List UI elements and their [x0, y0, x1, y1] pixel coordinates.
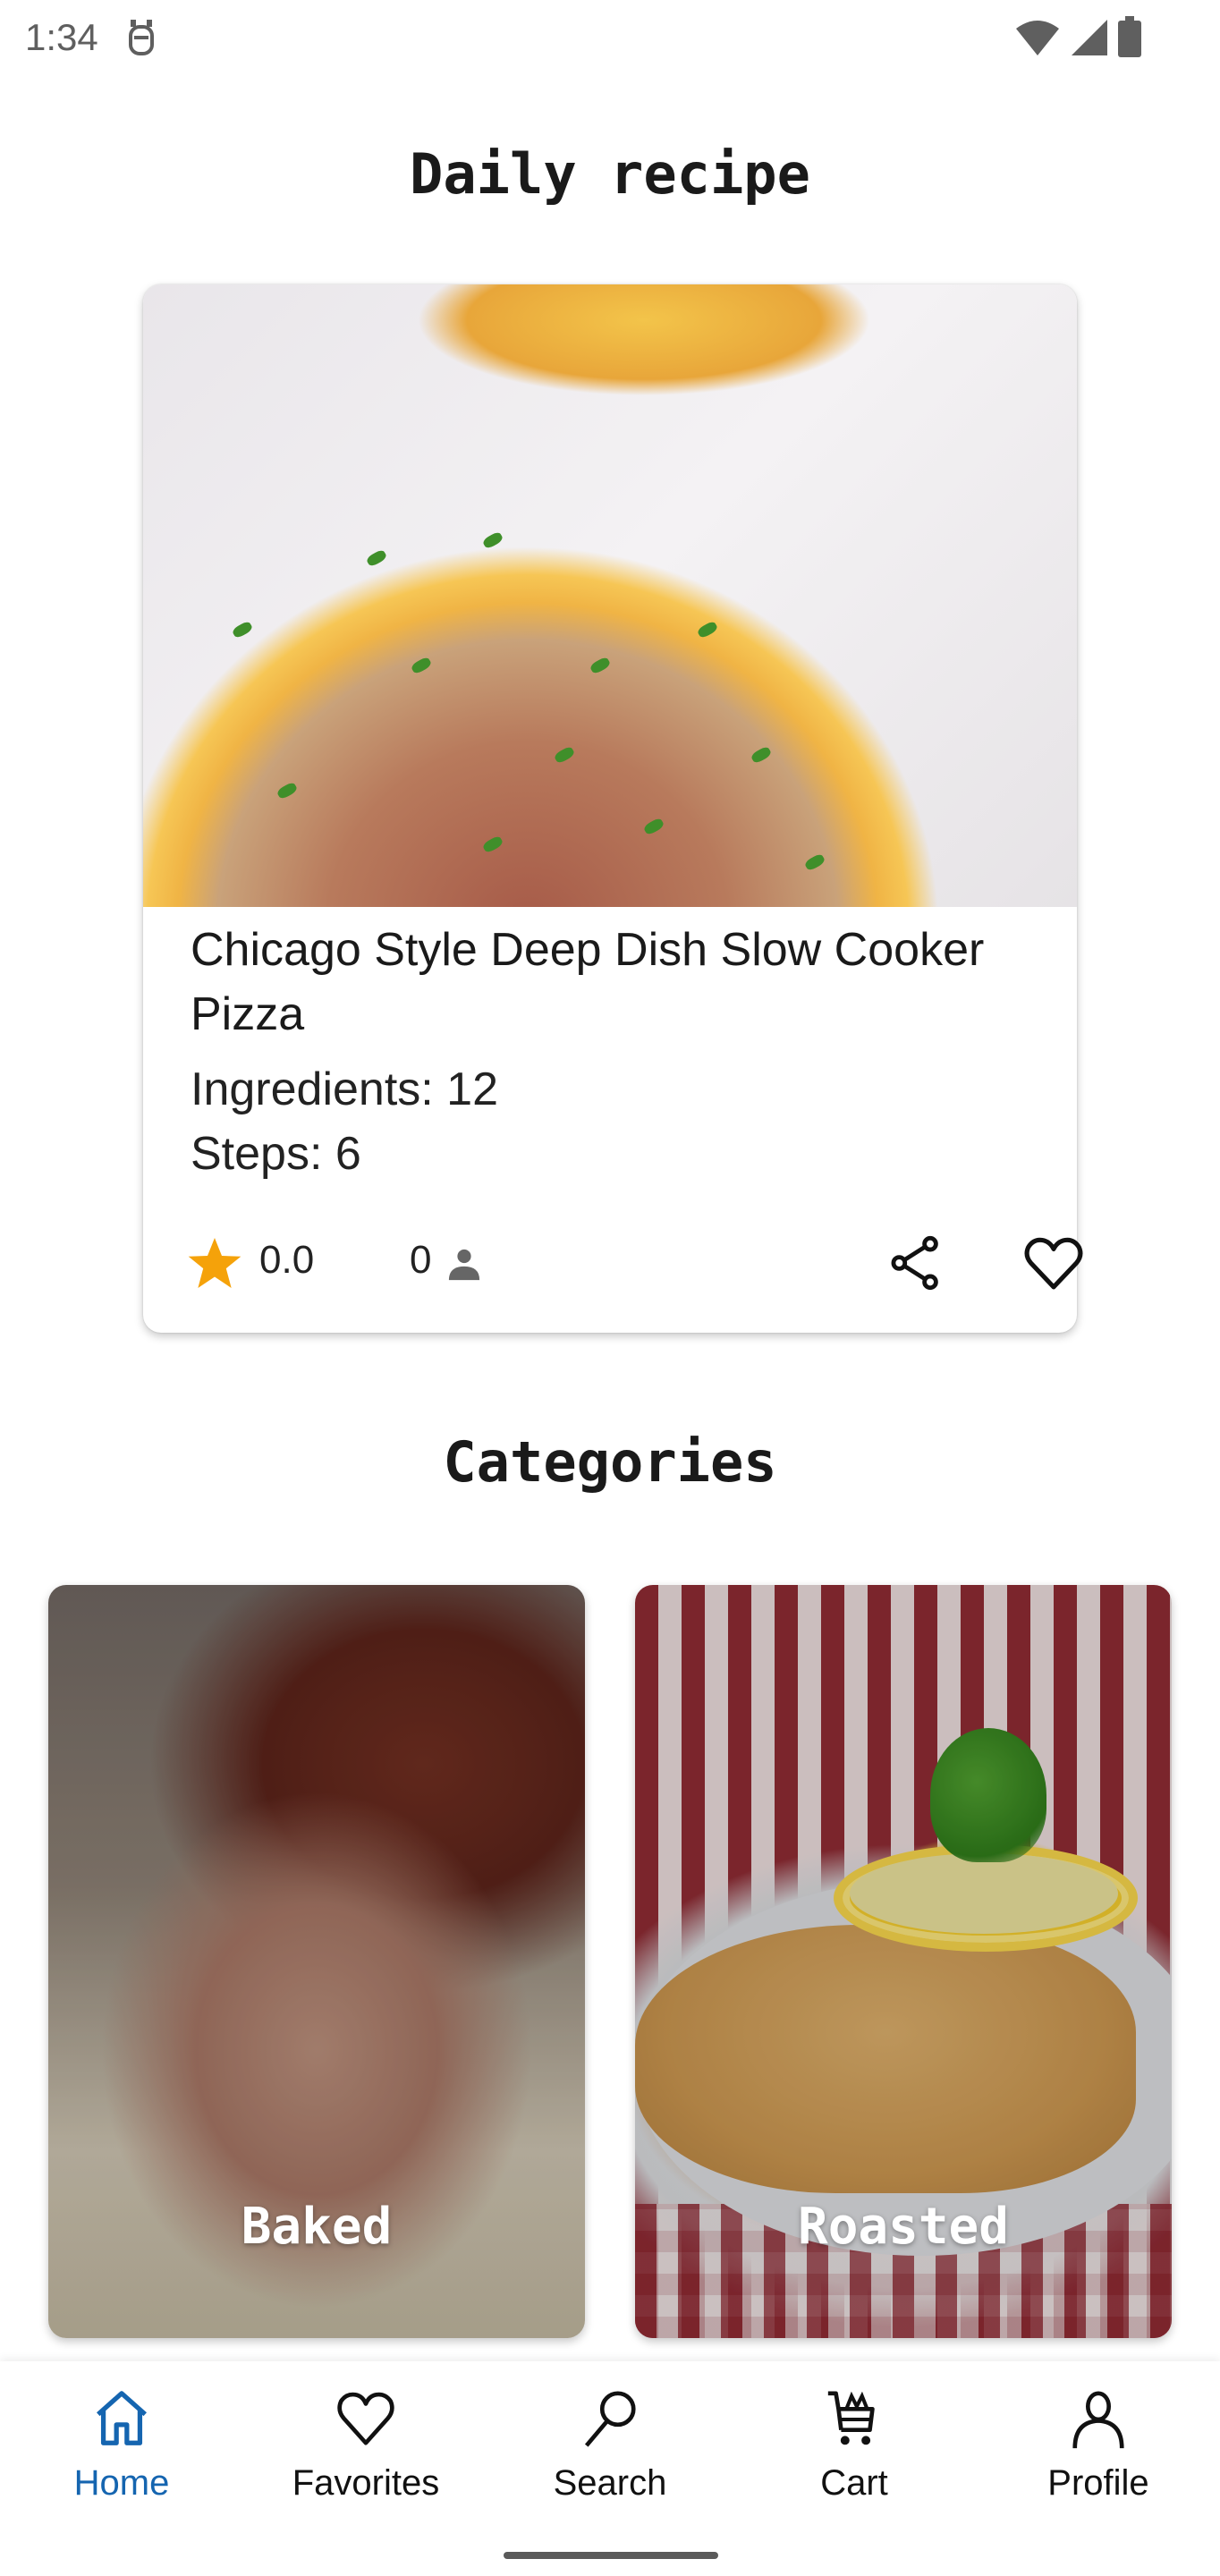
nav-label: Profile — [1047, 2463, 1149, 2503]
heart-icon — [337, 2392, 394, 2445]
share-icon — [891, 1235, 938, 1291]
herb-garnish — [365, 548, 388, 568]
herb-garnish — [750, 745, 773, 765]
herb-garnish — [589, 656, 612, 675]
person-icon — [1072, 2391, 1124, 2449]
herb-garnish — [275, 781, 299, 801]
nav-label: Cart — [820, 2463, 888, 2503]
wifi-icon — [1016, 21, 1059, 55]
categories-title: Categories — [443, 1429, 777, 1495]
nav-item-home[interactable]: Home — [23, 2388, 220, 2522]
nav-item-cart[interactable]: Cart — [756, 2388, 953, 2522]
nav-item-profile[interactable]: Profile — [1000, 2388, 1197, 2522]
category-label: Roasted — [797, 2198, 1009, 2256]
recipe-ingredients: Ingredients: 12 — [191, 1063, 499, 1115]
bottom-navigation: Home Favorites Search Cart Profile — [0, 2361, 1220, 2576]
recipe-steps: Steps: 6 — [191, 1128, 361, 1180]
herb-garnish — [803, 852, 826, 872]
nav-item-search[interactable]: Search — [512, 2388, 708, 2522]
heart-icon — [1024, 1237, 1083, 1290]
herb-garnish — [481, 835, 504, 854]
search-icon — [584, 2391, 636, 2447]
recipe-image[interactable] — [143, 284, 1077, 907]
favorite-button[interactable] — [1018, 1227, 1089, 1299]
category-label: Baked — [241, 2198, 393, 2256]
cart-icon — [827, 2391, 875, 2445]
recipe-footer: 0.0 0 — [186, 1227, 1083, 1299]
herb-garnish — [410, 656, 433, 675]
status-time: 1:34 — [25, 16, 98, 58]
nav-item-favorites[interactable]: Favorites — [267, 2388, 464, 2522]
herb-garnish — [642, 817, 665, 836]
herb-garnish — [231, 620, 254, 640]
daily-recipe-card[interactable]: Chicago Style Deep Dish Slow Cooker Pizz… — [143, 284, 1077, 1333]
home-icon — [97, 2391, 147, 2445]
person-icon — [448, 1249, 480, 1281]
status-bar: 1:34 — [0, 0, 1220, 75]
category-card-roasted[interactable]: Roasted — [635, 1585, 1172, 2338]
notification-icon — [129, 20, 154, 55]
herb-garnish — [553, 745, 576, 765]
reviews-count: 0 — [410, 1238, 432, 1282]
star-icon — [188, 1238, 241, 1288]
herb-garnish — [696, 620, 719, 640]
category-card-baked[interactable]: Baked — [48, 1585, 585, 2338]
recipe-body: Chicago Style Deep Dish Slow Cooker Pizz… — [191, 918, 1049, 1186]
rating-value: 0.0 — [259, 1238, 315, 1282]
share-button[interactable] — [880, 1227, 952, 1299]
home-indicator[interactable] — [504, 2552, 718, 2559]
daily-recipe-title: Daily recipe — [410, 141, 810, 207]
nav-label: Search — [553, 2463, 667, 2503]
signal-icon — [1072, 20, 1107, 55]
battery-icon — [1118, 16, 1141, 57]
nav-label: Favorites — [292, 2463, 440, 2503]
nav-label: Home — [73, 2463, 170, 2503]
herb-garnish — [481, 530, 504, 550]
recipe-name: Chicago Style Deep Dish Slow Cooker Pizz… — [191, 924, 985, 1040]
